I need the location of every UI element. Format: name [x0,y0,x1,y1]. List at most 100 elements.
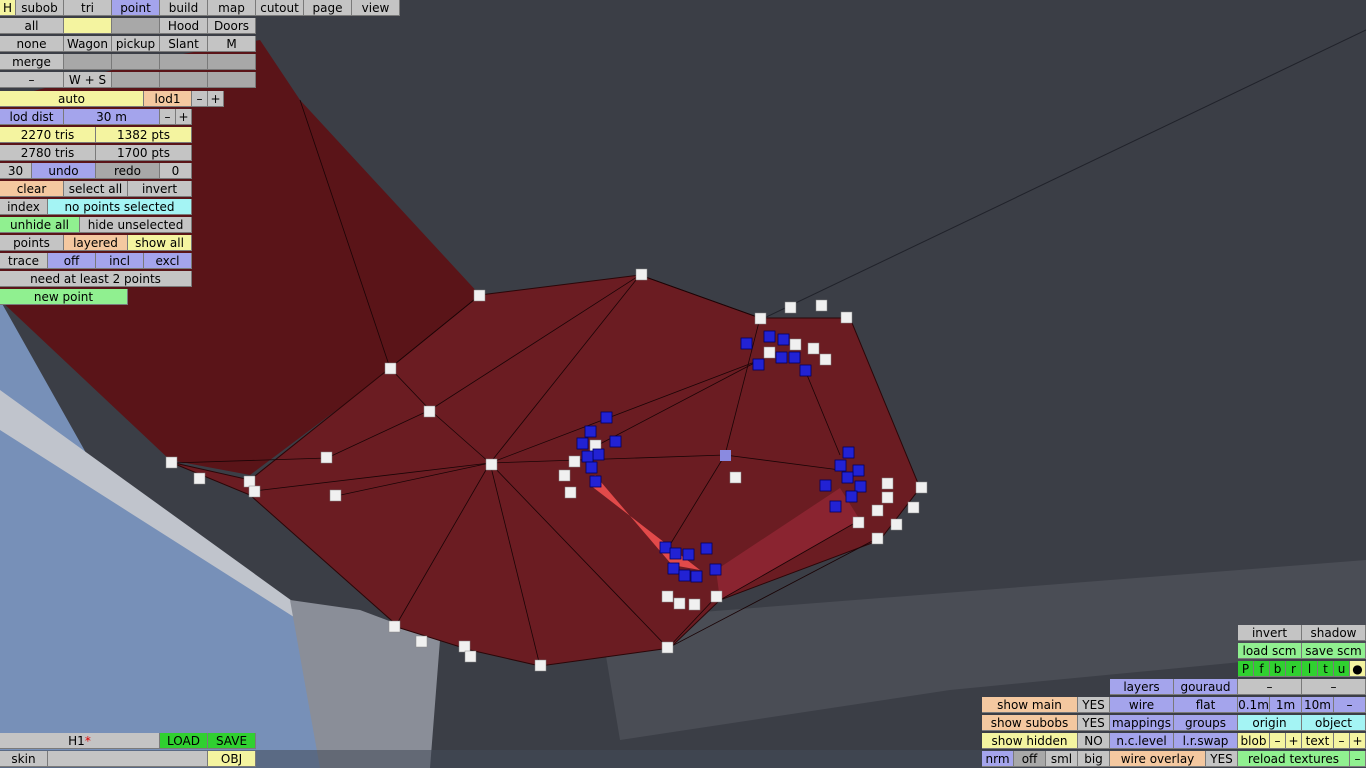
subob-m[interactable]: M [208,36,256,52]
grid-1m-button[interactable]: 1m [1270,697,1302,713]
tab-subob[interactable]: subob [16,0,64,16]
minus-button-2[interactable]: – [1302,679,1366,695]
subob-all[interactable]: all [0,18,64,34]
trace-off-button[interactable]: off [48,253,96,269]
subob-hood[interactable]: Hood [160,18,208,34]
select-all-button[interactable]: select all [64,181,128,197]
subob-w-s[interactable]: W + S [64,72,112,88]
subob-slot[interactable] [208,54,256,70]
reload-textures-button[interactable]: reload textures [1238,751,1350,767]
text-increase-button[interactable]: + [1350,733,1366,749]
invert-button[interactable]: invert [1238,625,1302,641]
lod-level-button[interactable]: lod1 [144,91,192,107]
mappings-button[interactable]: mappings [1110,715,1174,731]
subob-slot[interactable] [160,72,208,88]
normals-off-button[interactable]: off [1014,751,1046,767]
trace-incl-button[interactable]: incl [96,253,144,269]
minus-button[interactable]: – [1238,679,1302,695]
tab-point[interactable]: point [112,0,160,16]
wire-button[interactable]: wire [1110,697,1174,713]
invert-selection-button[interactable]: invert [128,181,192,197]
tab-page[interactable]: page [304,0,352,16]
show-hidden-toggle[interactable]: NO [1078,733,1110,749]
lod-dist-decrease-button[interactable]: – [160,109,176,125]
subob-slot[interactable] [112,18,160,34]
points-button[interactable]: points [0,235,64,251]
save-scm-button[interactable]: save scm [1302,643,1366,659]
nc-level-button[interactable]: n.c.level [1110,733,1174,749]
tab-view[interactable]: view [352,0,400,16]
origin-button[interactable]: origin [1238,715,1302,731]
subob-slot[interactable] [64,54,112,70]
subob-none[interactable]: none [0,36,64,52]
flag-t[interactable]: t [1318,661,1334,677]
show-subobs-toggle[interactable]: YES [1078,715,1110,731]
flag-p[interactable]: P [1238,661,1254,677]
object-button[interactable]: object [1302,715,1366,731]
subob-slot-current[interactable] [64,18,112,34]
flag-r[interactable]: r [1286,661,1302,677]
show-main-toggle[interactable]: YES [1078,697,1110,713]
blob-decrease-button[interactable]: – [1270,733,1286,749]
mesh-point-focused[interactable] [720,450,731,461]
tab-cutout[interactable]: cutout [256,0,304,16]
lod-increase-button[interactable]: + [208,91,224,107]
gouraud-button[interactable]: gouraud [1174,679,1238,695]
flag-b[interactable]: b [1270,661,1286,677]
subob-slot[interactable] [112,54,160,70]
layers-button[interactable]: layers [1110,679,1174,695]
subob-slot[interactable] [160,54,208,70]
object-name-field[interactable]: H1* [0,733,160,749]
undo-button[interactable]: undo [32,163,96,179]
subob-merge[interactable]: merge [0,54,64,70]
show-all-button[interactable]: show all [128,235,192,251]
new-point-button[interactable]: new point [0,289,128,305]
flag-f[interactable]: f [1254,661,1270,677]
reload-textures-minus-button[interactable]: – [1350,751,1366,767]
layered-button[interactable]: layered [64,235,128,251]
clear-button[interactable]: clear [0,181,64,197]
grid-10m-button[interactable]: 10m [1302,697,1334,713]
viewport-3d[interactable] [0,0,1366,768]
grid-0-1m-button[interactable]: 0.1m [1238,697,1270,713]
wire-overlay-toggle[interactable]: YES [1206,751,1238,767]
subob-doors[interactable]: Doors [208,18,256,34]
subob-slant[interactable]: Slant [160,36,208,52]
blob-increase-button[interactable]: + [1286,733,1302,749]
subob-pickup[interactable]: pickup [112,36,160,52]
lod-auto-button[interactable]: auto [0,91,144,107]
subob-slot[interactable] [112,72,160,88]
lod-dist-increase-button[interactable]: + [176,109,192,125]
lr-swap-button[interactable]: l.r.swap [1174,733,1238,749]
trace-excl-button[interactable]: excl [144,253,192,269]
tab-build[interactable]: build [160,0,208,16]
normals-button[interactable]: nrm [982,751,1014,767]
flat-button[interactable]: flat [1174,697,1238,713]
flag-l[interactable]: l [1302,661,1318,677]
obj-button[interactable]: OBJ [208,751,256,767]
save-button[interactable]: SAVE [208,733,256,749]
shadow-button[interactable]: shadow [1302,625,1366,641]
skin-field[interactable] [48,751,208,767]
lod-dist-value[interactable]: 30 m [64,109,160,125]
load-scm-button[interactable]: load scm [1238,643,1302,659]
index-button[interactable]: index [0,199,48,215]
hide-unselected-button[interactable]: hide unselected [80,217,192,233]
redo-button[interactable]: redo [96,163,160,179]
text-decrease-button[interactable]: – [1334,733,1350,749]
grid-minus-button[interactable]: – [1334,697,1366,713]
lod-decrease-button[interactable]: – [192,91,208,107]
subob-minus[interactable]: – [0,72,64,88]
normals-big-button[interactable]: big [1078,751,1110,767]
normals-small-button[interactable]: sml [1046,751,1078,767]
unhide-all-button[interactable]: unhide all [0,217,80,233]
flag-u[interactable]: u [1334,661,1350,677]
load-button[interactable]: LOAD [160,733,208,749]
subob-slot[interactable] [208,72,256,88]
tab-tri[interactable]: tri [64,0,112,16]
flag-dot-icon[interactable]: ● [1350,661,1366,677]
subob-wagon[interactable]: Wagon [64,36,112,52]
tab-map[interactable]: map [208,0,256,16]
tab-h[interactable]: H [0,0,16,16]
groups-button[interactable]: groups [1174,715,1238,731]
